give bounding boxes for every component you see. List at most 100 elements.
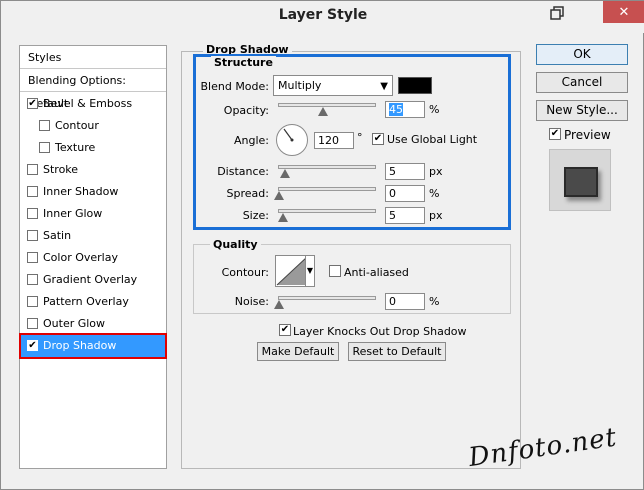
size-unit: px [429, 209, 443, 222]
angle-unit: ° [357, 131, 363, 144]
layer-style-dialog: Layer Style ✕ Styles Blending Options: D… [0, 0, 644, 490]
style-item-outer-glow[interactable]: Outer Glow [21, 313, 165, 335]
noise-label: Noise: [234, 295, 269, 308]
opacity-label: Opacity: [223, 104, 269, 117]
knocks-out-label: Layer Knocks Out Drop Shadow [293, 325, 467, 338]
ok-button[interactable]: OK [536, 44, 628, 65]
preview-square [564, 167, 598, 197]
style-item-label: Color Overlay [43, 251, 118, 264]
distance-slider-thumb[interactable] [280, 169, 290, 178]
contour-label: Contour: [221, 266, 269, 279]
use-global-light-checkbox[interactable]: ✔ [372, 133, 384, 145]
noise-slider-thumb[interactable] [274, 300, 284, 309]
blend-mode-label: Blend Mode: [200, 80, 270, 93]
size-label: Size: [242, 209, 269, 222]
style-item-label: Satin [43, 229, 72, 242]
use-global-light-label: Use Global Light [387, 133, 478, 146]
contour-picker[interactable] [275, 255, 309, 287]
spread-label: Spread: [226, 187, 269, 200]
noise-unit: % [429, 295, 440, 308]
contour-dropdown-button[interactable]: ▼ [305, 255, 315, 287]
style-checkbox[interactable] [27, 230, 38, 241]
style-checkbox[interactable] [39, 120, 50, 131]
reset-to-default-button[interactable]: Reset to Default [348, 342, 446, 361]
title-bar: Layer Style ✕ [1, 1, 644, 33]
close-icon: ✕ [618, 4, 630, 20]
spread-slider-thumb[interactable] [274, 191, 284, 200]
style-checkbox[interactable] [27, 252, 38, 263]
distance-unit: px [429, 165, 443, 178]
style-checkbox[interactable] [27, 318, 38, 329]
style-checkbox[interactable]: ✔ [27, 340, 38, 351]
style-item-inner-glow[interactable]: Inner Glow [21, 203, 165, 225]
distance-slider[interactable] [278, 165, 376, 169]
preview-label: Preview [564, 128, 611, 142]
checkmark-icon: ✔ [280, 324, 290, 335]
style-item-pattern-overlay[interactable]: Pattern Overlay [21, 291, 165, 313]
shadow-color-swatch[interactable] [398, 77, 432, 94]
preview-checkbox[interactable]: ✔ [549, 128, 561, 140]
noise-input[interactable]: 0 [385, 293, 425, 310]
distance-label: Distance: [217, 165, 269, 178]
anti-aliased-label: Anti-aliased [344, 266, 409, 279]
spread-input[interactable]: 0 [385, 185, 425, 202]
opacity-value: 45 [389, 103, 403, 116]
style-item-drop-shadow[interactable]: ✔ Drop Shadow [19, 333, 167, 359]
opacity-unit: % [429, 103, 440, 116]
style-item-label: Inner Glow [43, 207, 103, 220]
opacity-input[interactable]: 45 [385, 101, 425, 118]
style-item-label: Bevel & Emboss [43, 97, 133, 110]
style-checkbox[interactable] [27, 186, 38, 197]
restore-icon[interactable] [547, 5, 569, 21]
styles-list: Styles Blending Options: Default ✔ Bevel … [19, 45, 167, 469]
checkmark-icon: ✔ [373, 133, 383, 144]
style-checkbox[interactable] [27, 296, 38, 307]
angle-input[interactable]: 120 [314, 132, 354, 149]
size-input[interactable]: 5 [385, 207, 425, 224]
style-item-label: Contour [55, 119, 99, 132]
spread-unit: % [429, 187, 440, 200]
style-item-inner-shadow[interactable]: Inner Shadow [21, 181, 165, 203]
style-item-satin[interactable]: Satin [21, 225, 165, 247]
style-preview-thumbnail [549, 149, 611, 211]
style-item-bevel-emboss[interactable]: ✔ Bevel & Emboss [21, 93, 165, 115]
style-item-label: Outer Glow [43, 317, 106, 330]
distance-input[interactable]: 5 [385, 163, 425, 180]
blend-mode-value: Multiply [278, 79, 322, 92]
contour-linear-icon [276, 256, 308, 286]
style-item-label: Drop Shadow [43, 339, 117, 352]
angle-dial[interactable] [276, 124, 308, 156]
style-item-contour[interactable]: Contour [21, 115, 165, 137]
style-item-label: Gradient Overlay [43, 273, 138, 286]
new-style-button[interactable]: New Style... [536, 100, 628, 121]
style-checkbox[interactable] [27, 164, 38, 175]
spread-slider[interactable] [278, 187, 376, 191]
checkmark-icon: ✔ [550, 128, 560, 139]
size-slider-thumb[interactable] [278, 213, 288, 222]
style-checkbox[interactable]: ✔ [27, 98, 38, 109]
opacity-slider-thumb[interactable] [318, 107, 328, 116]
style-item-color-overlay[interactable]: Color Overlay [21, 247, 165, 269]
make-default-button[interactable]: Make Default [257, 342, 339, 361]
anti-aliased-checkbox[interactable] [329, 265, 341, 277]
chevron-down-icon: ▼ [380, 81, 388, 92]
noise-slider[interactable] [278, 296, 376, 300]
style-checkbox[interactable] [27, 208, 38, 219]
size-slider[interactable] [278, 209, 376, 213]
style-item-label: Texture [55, 141, 96, 154]
style-item-gradient-overlay[interactable]: Gradient Overlay [21, 269, 165, 291]
cancel-button[interactable]: Cancel [536, 72, 628, 93]
blending-options-item[interactable]: Blending Options: Default [20, 69, 166, 110]
close-button[interactable]: ✕ [603, 1, 644, 23]
angle-label: Angle: [233, 134, 269, 147]
blend-mode-select[interactable]: Multiply ▼ [273, 75, 393, 96]
style-item-texture[interactable]: Texture [21, 137, 165, 159]
style-item-label: Stroke [43, 163, 79, 176]
style-item-label: Pattern Overlay [43, 295, 129, 308]
structure-title: Structure [211, 56, 276, 69]
styles-header[interactable]: Styles [20, 46, 166, 69]
style-checkbox[interactable] [27, 274, 38, 285]
knocks-out-checkbox[interactable]: ✔ [279, 324, 291, 336]
style-checkbox[interactable] [39, 142, 50, 153]
style-item-stroke[interactable]: Stroke [21, 159, 165, 181]
